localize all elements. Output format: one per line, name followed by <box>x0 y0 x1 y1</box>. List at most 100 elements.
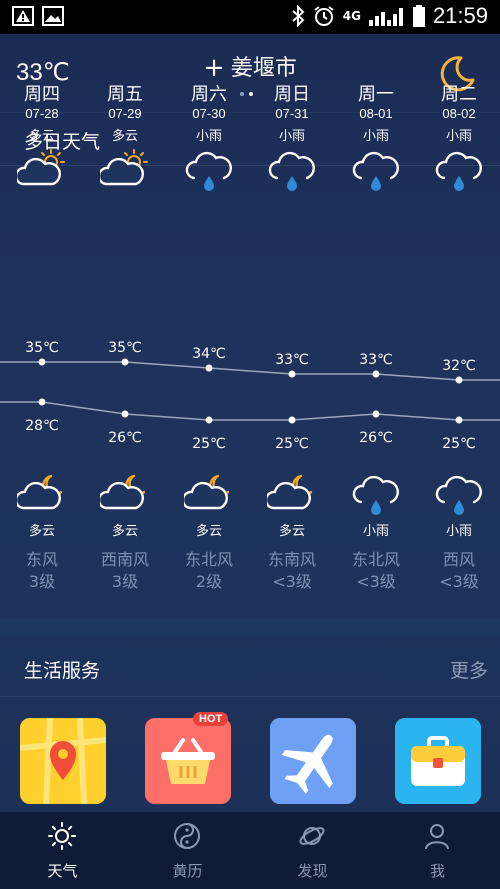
forecast-night-condition: 多云 <box>195 524 222 539</box>
tab-almanac[interactable]: 黄历 <box>125 812 250 889</box>
forecast-night-condition: 多云 <box>28 524 55 539</box>
warning-notification-icon <box>12 6 34 26</box>
partly-cloudy-moon-icon <box>264 474 313 510</box>
low-temp-point <box>288 416 296 424</box>
forecast-night-icon <box>174 472 244 522</box>
low-temp-point <box>205 416 213 424</box>
tab-weather[interactable]: 天气 <box>0 812 125 889</box>
planet-icon <box>299 827 325 845</box>
alarm-icon <box>314 6 334 26</box>
forecast-date: 07-31 <box>275 106 309 121</box>
forecast-night-icon <box>341 472 411 522</box>
divider <box>0 696 500 697</box>
wind-level: 3级 <box>28 572 56 591</box>
map-pin-app-icon <box>19 717 107 805</box>
forecast-day-condition: 小雨 <box>362 129 389 144</box>
low-temp-point <box>38 398 46 406</box>
rain-icon <box>435 151 482 191</box>
forecast-night-condition: 小雨 <box>445 524 472 539</box>
shopping-app-button[interactable] <box>145 718 231 804</box>
forecast-night-condition: 小雨 <box>362 524 389 539</box>
forecast-day: 周日 <box>274 84 310 105</box>
bottom-navigation: 天气 黄历 发现 我 <box>0 812 500 889</box>
battery-icon <box>412 5 425 27</box>
wind-direction: 东北风 <box>184 550 233 569</box>
low-temp-label: 26℃ <box>359 430 393 446</box>
high-temp-point <box>455 376 463 384</box>
high-temp-point <box>372 370 380 378</box>
low-temp-label: 25℃ <box>275 436 309 450</box>
low-temp-label: 28℃ <box>25 418 59 434</box>
rain-icon <box>352 475 399 515</box>
city-name: 姜堰市 <box>230 56 297 81</box>
forecast-day-icon <box>90 148 160 198</box>
wind-direction: 东风 <box>25 550 58 569</box>
forecast-day-condition: 多云 <box>111 129 138 144</box>
forecast-wind: 东风 3级 <box>7 549 77 593</box>
forecast-day: 周四 <box>24 84 60 105</box>
forecast-day-icon <box>424 148 494 198</box>
forecast-day-icon <box>174 148 244 198</box>
forecast-day-condition: 小雨 <box>445 129 472 144</box>
shopping-basket-app-icon <box>145 718 231 804</box>
forecast-date: 07-30 <box>192 106 226 121</box>
yin-yang-icon <box>174 823 200 849</box>
wind-direction: 西南风 <box>100 550 149 569</box>
partly-cloudy-moon-icon <box>97 474 146 510</box>
forecast-wind: 东北风 <3级 <box>341 549 411 593</box>
low-temp-point <box>372 410 380 418</box>
forecast-day: 周一 <box>358 84 394 105</box>
forecast-night-condition: 多云 <box>278 524 305 539</box>
high-temp-point <box>38 358 46 366</box>
briefcase-app-icon <box>395 718 481 804</box>
flight-app-button[interactable] <box>270 718 356 804</box>
hot-badge: HOT <box>193 712 229 726</box>
low-temp-point <box>121 410 129 418</box>
forecast-wind: 东南风 <3级 <box>257 549 327 593</box>
briefcase-app-button[interactable] <box>395 718 481 804</box>
partly-cloudy-sun-icon <box>97 149 148 186</box>
high-temp-point <box>121 358 129 366</box>
forecast-day-icon <box>7 148 77 198</box>
high-temperature-line <box>0 361 500 381</box>
high-temp-label: 32℃ <box>442 358 476 374</box>
forecast-night-icon <box>7 472 77 522</box>
low-temp-label: 25℃ <box>192 436 226 450</box>
forecast-day-icon <box>341 148 411 198</box>
forecast-day-icon <box>257 148 327 198</box>
wind-direction: 东北风 <box>351 550 400 569</box>
image-notification-icon <box>42 6 64 26</box>
forecast-night-icon <box>424 472 494 522</box>
high-temp-label: 33℃ <box>275 352 309 368</box>
rain-icon <box>185 151 232 191</box>
wind-direction: 东南风 <box>267 550 316 569</box>
services-title: 生活服务 <box>24 660 101 682</box>
life-services: 生活服务 更多 HOT <box>0 636 500 816</box>
status-bar: 4G 21:59 <box>0 0 500 34</box>
temperature-chart: 35℃ 35℃ 34℃ 33℃ 33℃ 32℃ 28℃ 26℃ 25℃ 25℃ 26℃ 25℃ <box>0 340 500 450</box>
add-city-icon[interactable]: + <box>203 53 225 83</box>
map-app-button[interactable] <box>19 717 107 805</box>
partly-cloudy-moon-icon <box>14 474 63 510</box>
forecast-night-condition: 多云 <box>111 524 138 539</box>
low-temp-label: 26℃ <box>108 430 142 446</box>
tab-label: 黄历 <box>172 862 203 880</box>
forecast-wind: 西风 <3级 <box>424 549 494 593</box>
tab-label: 我 <box>429 862 445 880</box>
tab-discover[interactable]: 发现 <box>250 812 375 889</box>
wind-level: <3级 <box>272 572 312 591</box>
high-temp-label: 34℃ <box>192 346 226 362</box>
more-link[interactable]: 更多 <box>450 656 488 683</box>
tab-label: 天气 <box>47 862 78 880</box>
city-selector[interactable]: + 姜堰市 <box>0 50 500 83</box>
forecast-day: 周六 <box>191 84 227 105</box>
tab-me[interactable]: 我 <box>375 812 500 889</box>
low-temp-point <box>455 416 463 424</box>
low-temperature-line <box>0 401 500 421</box>
forecast-day-condition: 多云 <box>28 129 55 144</box>
wind-level: <3级 <box>356 572 396 591</box>
wind-direction: 西风 <box>442 550 475 569</box>
forecast-date: 08-02 <box>442 106 476 121</box>
person-icon <box>425 824 449 850</box>
high-temp-label: 35℃ <box>25 340 59 356</box>
